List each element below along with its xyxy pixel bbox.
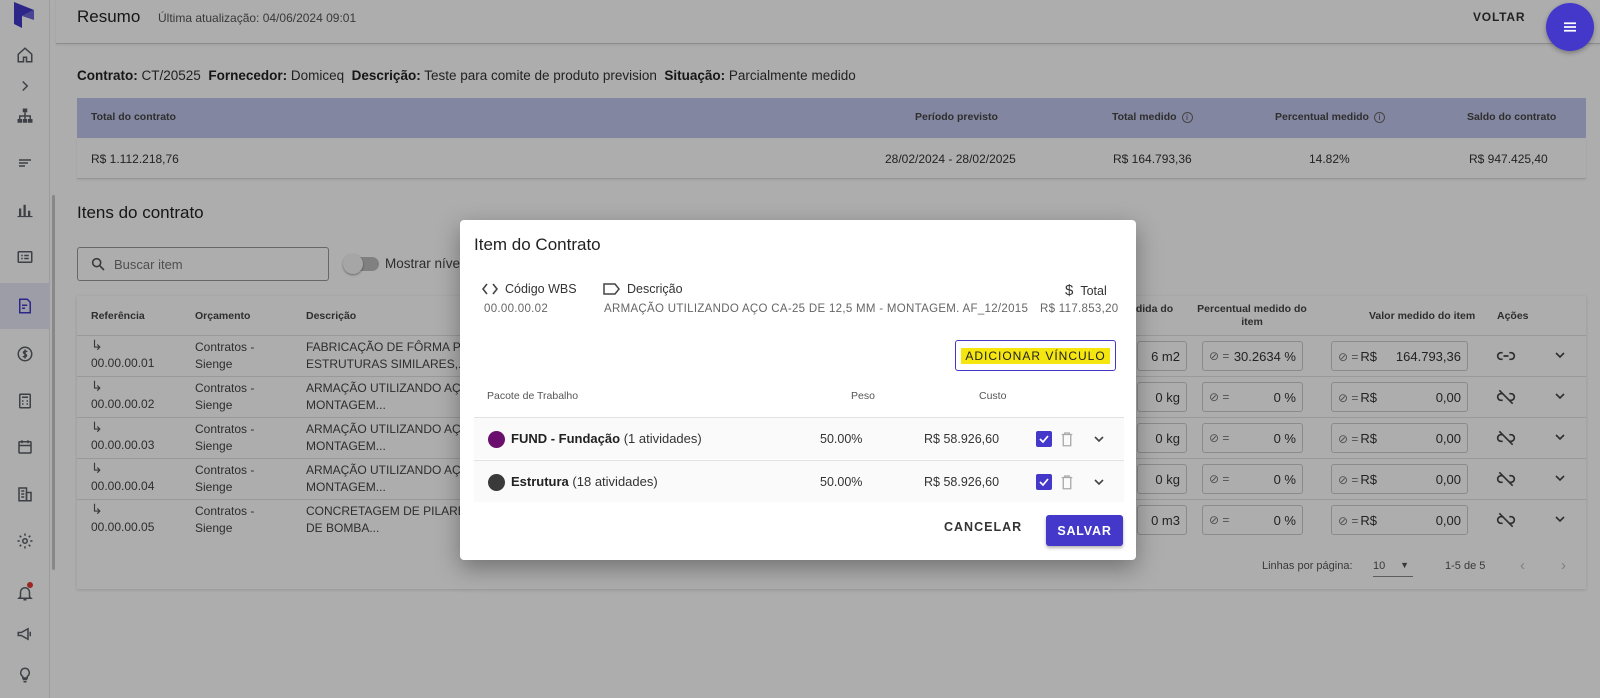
trash-icon[interactable] bbox=[1058, 429, 1076, 449]
modal-total-label: Total bbox=[1080, 283, 1107, 298]
menu-fab-button[interactable] bbox=[1546, 3, 1594, 51]
col-header-work-package: Pacote de Trabalho bbox=[487, 390, 579, 402]
hamburger-menu-icon bbox=[1564, 22, 1576, 32]
work-package-row[interactable]: Estrutura (18 atividades) 50.00% R$ 58.926… bbox=[474, 460, 1124, 502]
package-name: FUND - Fundação bbox=[511, 431, 621, 446]
label-tag-icon bbox=[603, 283, 620, 295]
add-link-button[interactable]: ADICIONAR VÍNCULO bbox=[955, 340, 1116, 371]
trash-icon[interactable] bbox=[1058, 472, 1076, 492]
check-icon bbox=[1039, 478, 1049, 487]
package-detail: (18 atividades) bbox=[572, 474, 658, 489]
package-cost: R$ 58.926,60 bbox=[924, 475, 1000, 489]
package-label: FUND - Fundação (1 atividades) bbox=[511, 431, 702, 446]
contract-item-modal: Item do Contrato Código WBS 00.00.00.02 … bbox=[460, 220, 1136, 560]
check-icon bbox=[1039, 435, 1049, 444]
package-name: Estrutura bbox=[511, 474, 569, 489]
package-weight: 50.00% bbox=[820, 432, 863, 446]
modal-description-value: ARMAÇÃO UTILIZANDO AÇO CA-25 DE 12,5 MM … bbox=[604, 303, 1029, 315]
package-label: Estrutura (18 atividades) bbox=[511, 474, 658, 489]
package-color-dot bbox=[488, 474, 505, 491]
package-color-dot bbox=[488, 431, 505, 448]
total-header: $ Total bbox=[1065, 282, 1107, 299]
wbs-header: Código WBS bbox=[482, 282, 577, 296]
col-header-weight: Peso bbox=[851, 390, 875, 402]
description-header: Descrição bbox=[603, 282, 683, 296]
cancel-button[interactable]: CANCELAR bbox=[944, 520, 1022, 534]
col-header-cost: Custo bbox=[979, 390, 1007, 402]
work-package-row[interactable]: FUND - Fundação (1 atividades) 50.00% R$ 5… bbox=[474, 417, 1124, 459]
dollar-icon: $ bbox=[1065, 282, 1074, 299]
modal-description-label: Descrição bbox=[627, 282, 683, 296]
modal-title: Item do Contrato bbox=[474, 235, 601, 254]
save-button[interactable]: SALVAR bbox=[1046, 515, 1123, 546]
wbs-label: Código WBS bbox=[505, 282, 577, 296]
package-checkbox[interactable] bbox=[1036, 474, 1052, 490]
package-weight: 50.00% bbox=[820, 475, 863, 489]
expand-chevron-icon[interactable] bbox=[1091, 431, 1107, 447]
package-cost: R$ 58.926,60 bbox=[924, 432, 1000, 446]
package-detail: (1 atividades) bbox=[623, 431, 702, 446]
wbs-value: 00.00.00.02 bbox=[484, 303, 549, 315]
add-link-label: ADICIONAR VÍNCULO bbox=[961, 347, 1110, 364]
modal-total-value: R$ 117.853,20 bbox=[1040, 303, 1119, 315]
code-icon bbox=[482, 283, 498, 295]
package-checkbox[interactable] bbox=[1036, 431, 1052, 447]
expand-chevron-icon[interactable] bbox=[1091, 474, 1107, 490]
